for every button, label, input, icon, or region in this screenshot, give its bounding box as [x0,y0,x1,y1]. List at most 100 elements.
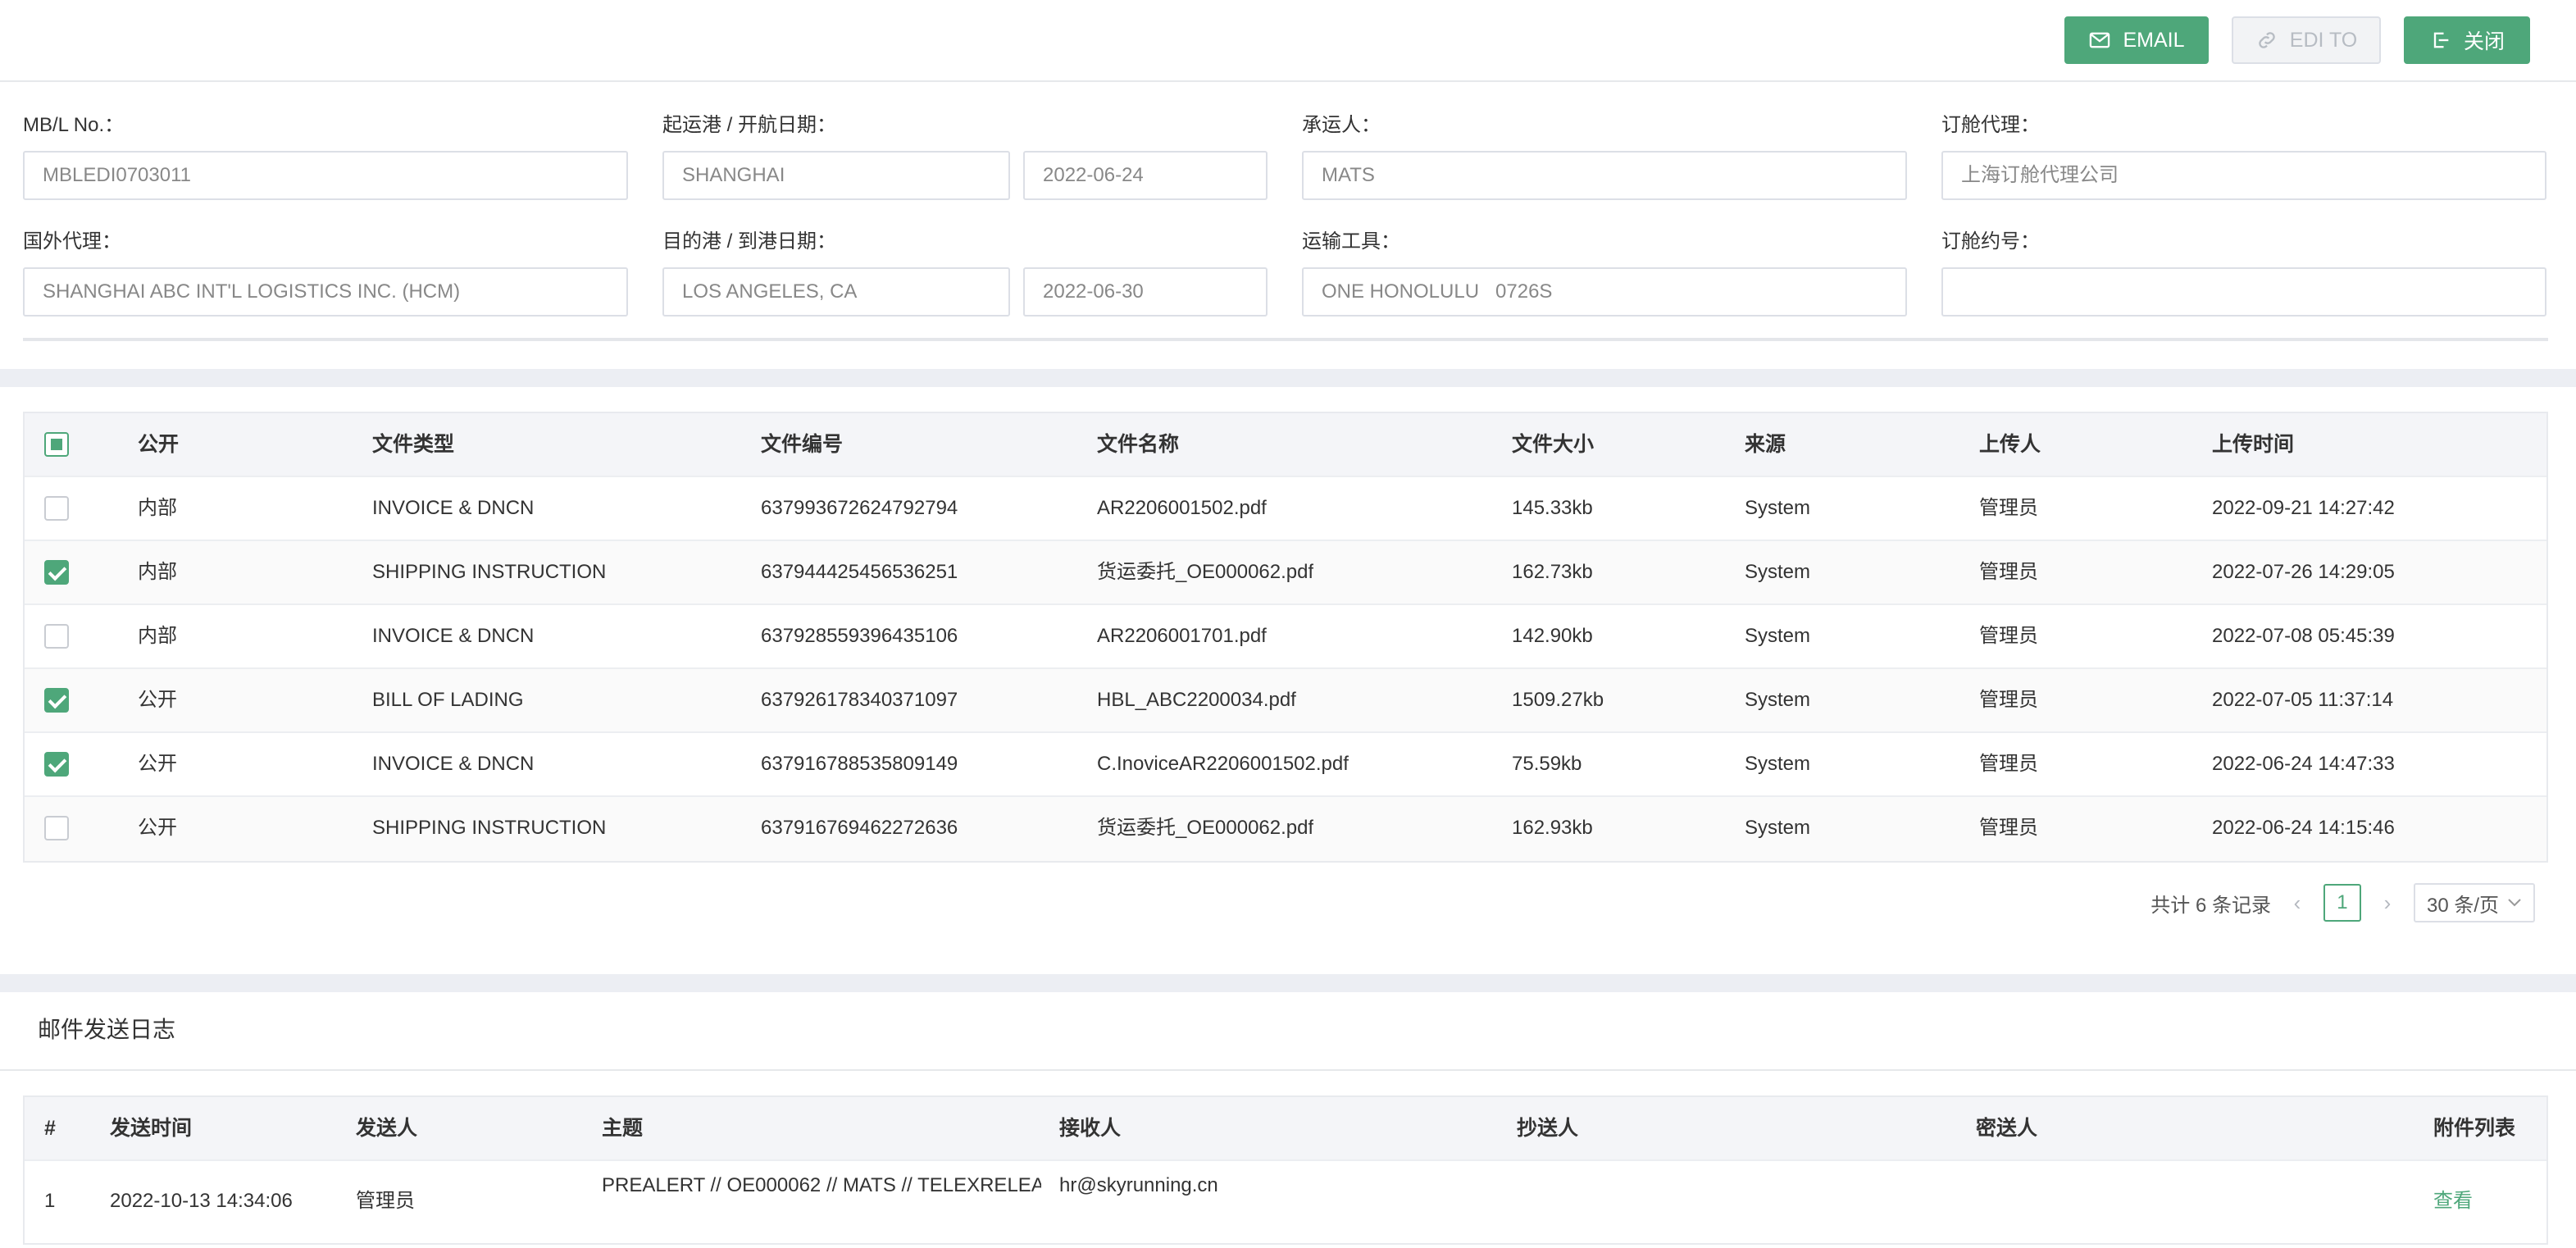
cell-number: 637926178340371097 [761,689,958,711]
table-row[interactable]: 公开 BILL OF LADING 637926178340371097 HBL… [25,669,2546,733]
cell-number: 637944425456536251 [761,561,958,583]
booking-no-input[interactable] [1941,267,2546,317]
cell-send-time: 2022-10-13 14:34:06 [110,1190,293,1212]
mbl-input[interactable]: MBLEDI0703011 [23,151,628,200]
section-divider [0,1069,2576,1071]
cell-type: SHIPPING INSTRUCTION [372,817,607,839]
select-all-checkbox[interactable] [44,432,69,457]
table-row[interactable]: 内部 INVOICE & DNCN 637928559396435106 AR2… [25,605,2546,669]
eta-input[interactable]: 2022-06-30 [1023,267,1268,317]
booking-no-label: 订舱约号： [1941,230,2040,253]
files-panel: 公开 文件类型 文件编号 文件名称 文件大小 来源 上传人 上传时间 内部 IN… [0,387,2576,974]
cell-time: 2022-06-24 14:47:33 [2212,753,2395,775]
cell-source: System [1745,817,1811,839]
cell-uploader: 管理员 [1979,817,2038,839]
col-subject: 主题 [602,1117,644,1140]
cell-type: INVOICE & DNCN [372,497,535,519]
pod-input[interactable]: LOS ANGELES, CA [662,267,1010,317]
cell-time: 2022-07-26 14:29:05 [2212,561,2395,583]
cell-sender: 管理员 [356,1190,415,1212]
cell-time: 2022-09-21 14:27:42 [2212,497,2395,519]
cell-subject: PREALERT // OE000062 // MATS // TELEXREL… [602,1174,1041,1196]
col-public: 公开 [138,433,180,456]
close-button-label: 关闭 [2463,30,2505,53]
cell-type: SHIPPING INSTRUCTION [372,561,607,583]
col-send-time: 发送时间 [110,1117,193,1140]
cell-size: 142.90kb [1512,625,1593,647]
cell-number: 637916769462272636 [761,817,958,839]
cell-time: 2022-06-24 14:15:46 [2212,817,2395,839]
cell-time: 2022-07-08 05:45:39 [2212,625,2395,647]
cell-source: System [1745,561,1811,583]
cell-size: 75.59kb [1512,753,1582,775]
table-row[interactable]: 公开 INVOICE & DNCN 637916788535809149 C.I… [25,733,2546,797]
pagination: 共计 6 条记录 ‹ 1 › 30 条/页 [2150,882,2535,923]
cell-name: C.InoviceAR2206001502.pdf [1097,753,1349,775]
row-checkbox[interactable] [44,560,69,585]
cell-type: BILL OF LADING [372,689,524,711]
col-cc: 抄送人 [1517,1117,1579,1140]
cell-name: 货运委托_OE000062.pdf [1097,561,1314,583]
edi-to-button[interactable]: EDI TO [2232,16,2381,64]
etd-input[interactable]: 2022-06-24 [1023,151,1268,200]
email-log-panel: 邮件发送日志 # 发送时间 发送人 主题 接收人 抄送人 密送人 附件列表 1 … [0,992,2576,1248]
pol-input[interactable]: SHANGHAI [662,151,1010,200]
pod-label: 目的港 / 到港日期： [662,230,837,253]
edi-to-button-label: EDI TO [2289,28,2358,52]
cell-uploader: 管理员 [1979,497,2038,519]
row-checkbox[interactable] [44,688,69,713]
email-button-label: EMAIL [2123,28,2185,52]
cell-public: 公开 [138,817,177,839]
col-sender: 发送人 [356,1117,418,1140]
toolbar: EMAIL EDI TO 关闭 [0,0,2576,82]
cell-name: AR2206001502.pdf [1097,497,1267,519]
cell-size: 1509.27kb [1512,689,1604,711]
cell-public: 公开 [138,753,177,775]
page-1-button[interactable]: 1 [2323,884,2361,922]
cell-source: System [1745,753,1811,775]
table-row[interactable]: 内部 INVOICE & DNCN 637993672624792794 AR2… [25,477,2546,541]
cell-number: 637916788535809149 [761,753,958,775]
row-checkbox[interactable] [44,624,69,649]
cell-source: System [1745,497,1811,519]
mbl-label: MB/L No.： [23,114,125,136]
email-button[interactable]: EMAIL [2064,16,2209,64]
cell-to: hr@skyrunning.cn [1059,1174,1218,1196]
view-attachments-link[interactable]: 查看 [2433,1161,2473,1241]
overseas-agent-input[interactable]: SHANGHAI ABC INT'L LOGISTICS INC. (HCM) [23,267,628,317]
email-log-header: # 发送时间 发送人 主题 接收人 抄送人 密送人 附件列表 [25,1097,2546,1161]
cell-size: 145.33kb [1512,497,1593,519]
col-attachments: 附件列表 [2433,1117,2516,1140]
col-time: 上传时间 [2212,433,2295,456]
cell-time: 2022-07-05 11:37:14 [2212,689,2394,711]
cell-public: 内部 [138,497,177,519]
next-page-icon[interactable]: › [2378,890,2397,916]
page-size-select[interactable]: 30 条/页 [2413,883,2535,922]
col-source: 来源 [1745,433,1786,456]
cell-size: 162.73kb [1512,561,1593,583]
table-row[interactable]: 内部 SHIPPING INSTRUCTION 6379444254565362… [25,541,2546,605]
mail-icon [2090,32,2110,48]
pol-label: 起运港 / 开航日期： [662,114,837,136]
carrier-input[interactable]: MATS [1302,151,1907,200]
table-row[interactable]: 公开 SHIPPING INSTRUCTION 6379167694622726… [25,797,2546,861]
cell-name: HBL_ABC2200034.pdf [1097,689,1296,711]
col-uploader: 上传人 [1979,433,2041,456]
link-icon [2258,32,2275,48]
vessel-input[interactable]: ONE HONOLULU 0726S [1302,267,1907,317]
cell-number: 637993672624792794 [761,497,958,519]
cell-public: 内部 [138,625,177,647]
cell-type: INVOICE & DNCN [372,753,535,775]
row-checkbox[interactable] [44,752,69,777]
total-records: 共计 6 条记录 [2150,894,2271,917]
exit-icon [2433,32,2449,48]
row-checkbox[interactable] [44,496,69,521]
cell-uploader: 管理员 [1979,625,2038,647]
booking-agent-input[interactable]: 上海订舱代理公司 [1941,151,2546,200]
close-button[interactable]: 关闭 [2404,16,2530,64]
cell-size: 162.93kb [1512,817,1593,839]
table-row[interactable]: 1 2022-10-13 14:34:06 管理员 PREALERT // OE… [25,1161,2546,1243]
prev-page-icon[interactable]: ‹ [2287,890,2307,916]
row-checkbox[interactable] [44,816,69,840]
cell-source: System [1745,625,1811,647]
